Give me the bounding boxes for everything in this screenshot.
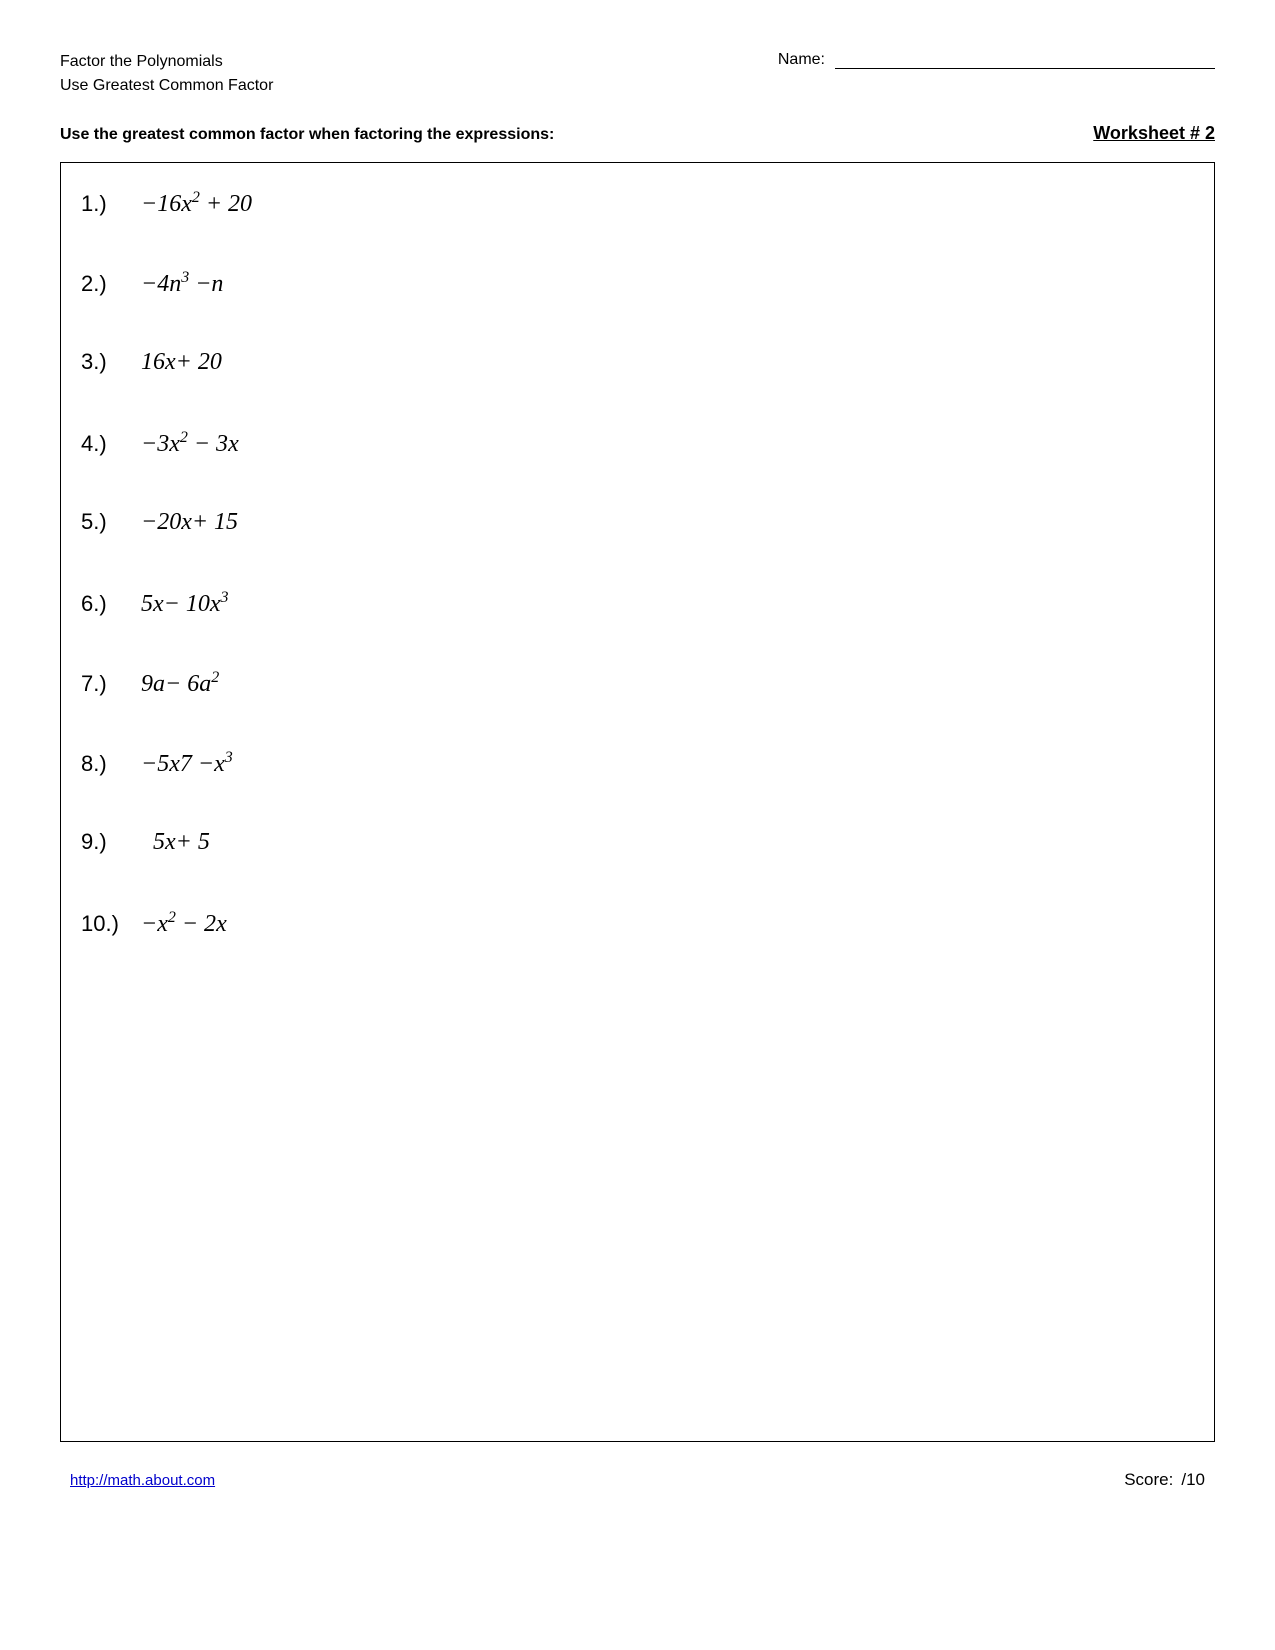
name-input-line [835,50,1215,69]
problem-number-9: 9.) [81,829,141,855]
problem-number-6: 6.) [81,591,141,617]
header-section: Factor the Polynomials Use Greatest Comm… [60,50,1215,98]
problem-number-2: 2.) [81,271,141,297]
problem-row-1: 1.)−16x2 + 20 [81,173,1184,253]
problem-row-10: 10.)−x2 − 2x [81,893,1184,973]
problem-row-2: 2.)−4n3 −n [81,253,1184,333]
problem-number-1: 1.) [81,191,141,217]
problem-number-7: 7.) [81,671,141,697]
problem-expr-10: −x2 − 2x [141,909,227,938]
problem-row-3: 3.)16x+ 20 [81,333,1184,413]
worksheet-title: Worksheet # 2 [1093,123,1215,144]
footer-link[interactable]: http://math.about.com [70,1472,215,1489]
score-value: /10 [1181,1470,1205,1490]
problems-box: 1.)−16x2 + 202.)−4n3 −n3.)16x+ 204.)−3x2… [60,162,1215,1442]
problem-expr-9: 5x+ 5 [141,829,210,856]
instruction-text: Use the greatest common factor when fact… [60,126,554,144]
problem-row-5: 5.)−20x+ 15 [81,493,1184,573]
problem-number-8: 8.) [81,751,141,777]
header-right: Name: [778,50,1215,69]
score-label: Score: [1124,1470,1173,1490]
problem-expr-7: 9a− 6a2 [141,669,219,698]
problem-number-3: 3.) [81,349,141,375]
problem-expr-2: −4n3 −n [141,269,223,298]
footer-score: Score: /10 [1124,1470,1205,1490]
problem-row-8: 8.)−5x7 −x3 [81,733,1184,813]
problem-expr-6: 5x− 10x3 [141,589,229,618]
title-line2: Use Greatest Common Factor [60,74,273,98]
footer: http://math.about.com Score: /10 [60,1470,1215,1490]
problem-number-5: 5.) [81,509,141,535]
problem-expr-5: −20x+ 15 [141,509,238,536]
title-line1: Factor the Polynomials [60,50,273,74]
instruction-row: Use the greatest common factor when fact… [60,123,1215,144]
problem-expr-1: −16x2 + 20 [141,189,252,218]
name-label: Name: [778,51,825,69]
problem-expr-4: −3x2 − 3x [141,429,239,458]
problem-expr-3: 16x+ 20 [141,349,222,376]
problem-row-4: 4.)−3x2 − 3x [81,413,1184,493]
header-left: Factor the Polynomials Use Greatest Comm… [60,50,273,98]
problem-expr-8: −5x7 −x3 [141,749,233,778]
problem-number-10: 10.) [81,911,141,937]
problem-row-9: 9.) 5x+ 5 [81,813,1184,893]
problem-number-4: 4.) [81,431,141,457]
problem-row-6: 6.)5x− 10x3 [81,573,1184,653]
problem-row-7: 7.)9a− 6a2 [81,653,1184,733]
